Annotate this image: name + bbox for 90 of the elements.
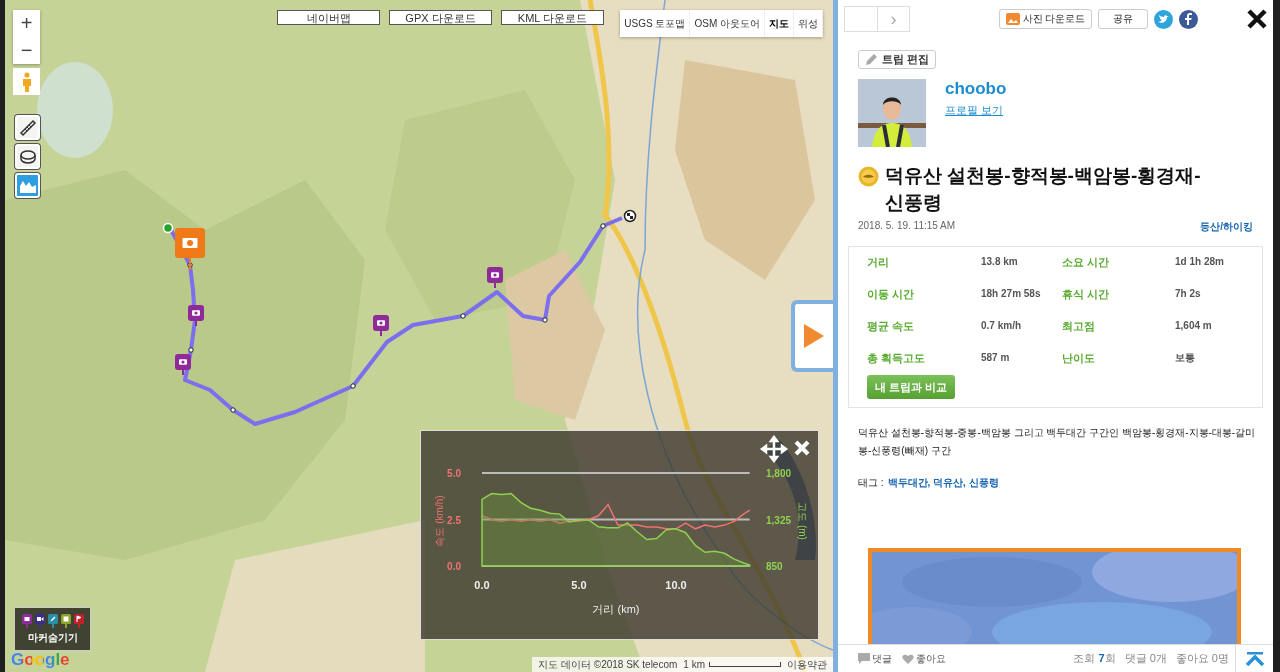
terms-link[interactable]: 이용약관 — [787, 657, 827, 672]
axis-tick-label: 10.0 — [665, 579, 687, 591]
photo-marker-icon[interactable] — [373, 315, 389, 337]
photo-marker-icon[interactable] — [188, 305, 204, 327]
close-icon — [1247, 9, 1267, 29]
stat-value: 13.8 km — [981, 255, 1019, 269]
trip-title: 덕유산 설천봉-향적봉-백암봉-횡경재-신풍령 — [885, 164, 1202, 215]
photo-marker-icon[interactable] — [487, 267, 503, 289]
marker-icon[interactable] — [34, 613, 45, 628]
move-icon[interactable] — [759, 434, 789, 464]
person-icon — [21, 71, 32, 92]
trip-description: 덕유산 설천봉-향적봉-중봉-백암봉 그리고 백두대간 구간인 백암봉-횡경재-지봉-대봉-갈미봉-신풍령(빼재) 구간 — [858, 426, 1257, 458]
like-button[interactable]: 좋아요 — [902, 651, 946, 666]
x-axis-title: 거리 (km) — [592, 603, 640, 615]
medal-icon — [858, 166, 879, 187]
zoom-in-button[interactable]: + — [13, 10, 40, 37]
close-button[interactable] — [1247, 9, 1267, 29]
map-type-tab[interactable]: OSM 아웃도어 — [690, 10, 765, 37]
play-icon — [803, 323, 825, 349]
stat-label: 총 획득고도 — [867, 351, 927, 365]
axis-tick-label: 1,800 — [766, 468, 792, 479]
axis-tick-label: 1,325 — [766, 514, 792, 526]
axis-tick-label: 2.5 — [447, 514, 461, 526]
stat-label: 소요 시간 — [1062, 255, 1111, 269]
download-button[interactable]: KML 다운로드 — [501, 10, 604, 25]
marker-icon[interactable] — [47, 613, 58, 628]
tape-measure-icon — [18, 147, 37, 166]
stat-label: 난이도 — [1062, 351, 1096, 365]
y-axis-title: 속도 (km/h) — [434, 495, 445, 547]
scale-bar: 1 km — [683, 659, 781, 670]
tags-label: 태그 : — [858, 476, 884, 490]
download-button[interactable]: GPX 다운로드 — [389, 10, 492, 25]
map-type-tab[interactable]: USGS 토포맵 — [620, 10, 691, 37]
stat-label: 최고점 — [1062, 319, 1096, 333]
comment-count: 댓글 0개 — [1124, 651, 1167, 666]
hide-markers-label: 마커숨기기 — [27, 630, 78, 645]
download-button[interactable]: 네이버맵 — [277, 10, 380, 25]
map-tool-button[interactable] — [15, 115, 40, 140]
twitter-button[interactable] — [1154, 9, 1174, 29]
tag-links[interactable]: 백두대간, 덕유산, 신풍령 — [887, 476, 999, 490]
trip-date: 2018. 5. 19. 11:15 AM — [858, 220, 956, 233]
finish-flag-icon[interactable] — [623, 209, 637, 223]
start-marker-icon[interactable] — [162, 222, 174, 234]
profile-link[interactable]: 프로필 보기 — [945, 103, 1007, 118]
speech-bubble-icon — [858, 653, 870, 664]
facebook-button[interactable] — [1179, 9, 1199, 29]
pencil-icon — [865, 53, 878, 66]
edit-trip-button[interactable]: 트립 편집 — [858, 50, 937, 69]
stat-value: 7h 2s — [1175, 287, 1202, 301]
heart-icon — [902, 653, 914, 664]
bird-icon — [1158, 14, 1170, 24]
stat-label: 거리 — [867, 255, 890, 269]
stat-value: 보통 — [1175, 351, 1196, 365]
marker-icon[interactable] — [21, 613, 32, 628]
view-count: 조회 7회 — [1073, 651, 1116, 666]
y-axis-title: 고도 (m) — [797, 502, 808, 540]
stat-value: 1d 1h 28m — [1175, 255, 1225, 269]
stat-label: 휴식 시간 — [1062, 287, 1111, 301]
photo-marker-icon[interactable] — [175, 228, 205, 271]
marker-legend[interactable]: 마커숨기기 — [14, 607, 91, 651]
axis-tick-label: 0.0 — [447, 561, 461, 572]
stat-value: 18h 27m 58s — [981, 287, 1042, 301]
stat-value: 1,604 m — [1175, 319, 1213, 333]
attribution-text: 지도 데이터 ©2018 SK telecom — [538, 657, 678, 672]
axis-tick-label: 0.0 — [474, 579, 490, 591]
map-tool-button[interactable] — [15, 144, 40, 169]
axis-tick-label: 850 — [766, 561, 783, 572]
stat-value: 587 m — [981, 351, 1011, 365]
comment-button[interactable]: 댓글 — [858, 651, 892, 666]
photo-download-button[interactable]: 사진 다운로드 — [998, 9, 1093, 29]
share-button[interactable]: 공유 — [1098, 9, 1149, 29]
category-link[interactable]: 등산/하이킹 — [1200, 220, 1253, 234]
marker-icon[interactable] — [60, 613, 71, 628]
axis-tick-label: 5.0 — [571, 579, 587, 591]
zoom-out-button[interactable]: − — [13, 37, 40, 64]
marker-icon[interactable] — [73, 613, 84, 628]
map-type-tab[interactable]: 위성 — [794, 10, 823, 37]
stat-value: 0.7 km/h — [981, 319, 1023, 333]
photo-marker-icon[interactable] — [175, 354, 191, 376]
chevron-up-icon — [1245, 651, 1264, 666]
facebook-icon — [1185, 13, 1193, 25]
stat-label: 이동 시간 — [867, 287, 916, 301]
map-type-tab[interactable]: 지도 — [765, 10, 794, 37]
close-icon[interactable] — [794, 440, 810, 456]
ruler-icon — [18, 118, 37, 137]
user-name: choobo — [945, 79, 1007, 99]
axis-tick-label: 5.0 — [447, 468, 461, 479]
stat-label: 평균 속도 — [867, 319, 916, 333]
like-count: 좋아요 0명 — [1175, 651, 1229, 666]
photo-icon — [1005, 13, 1020, 25]
